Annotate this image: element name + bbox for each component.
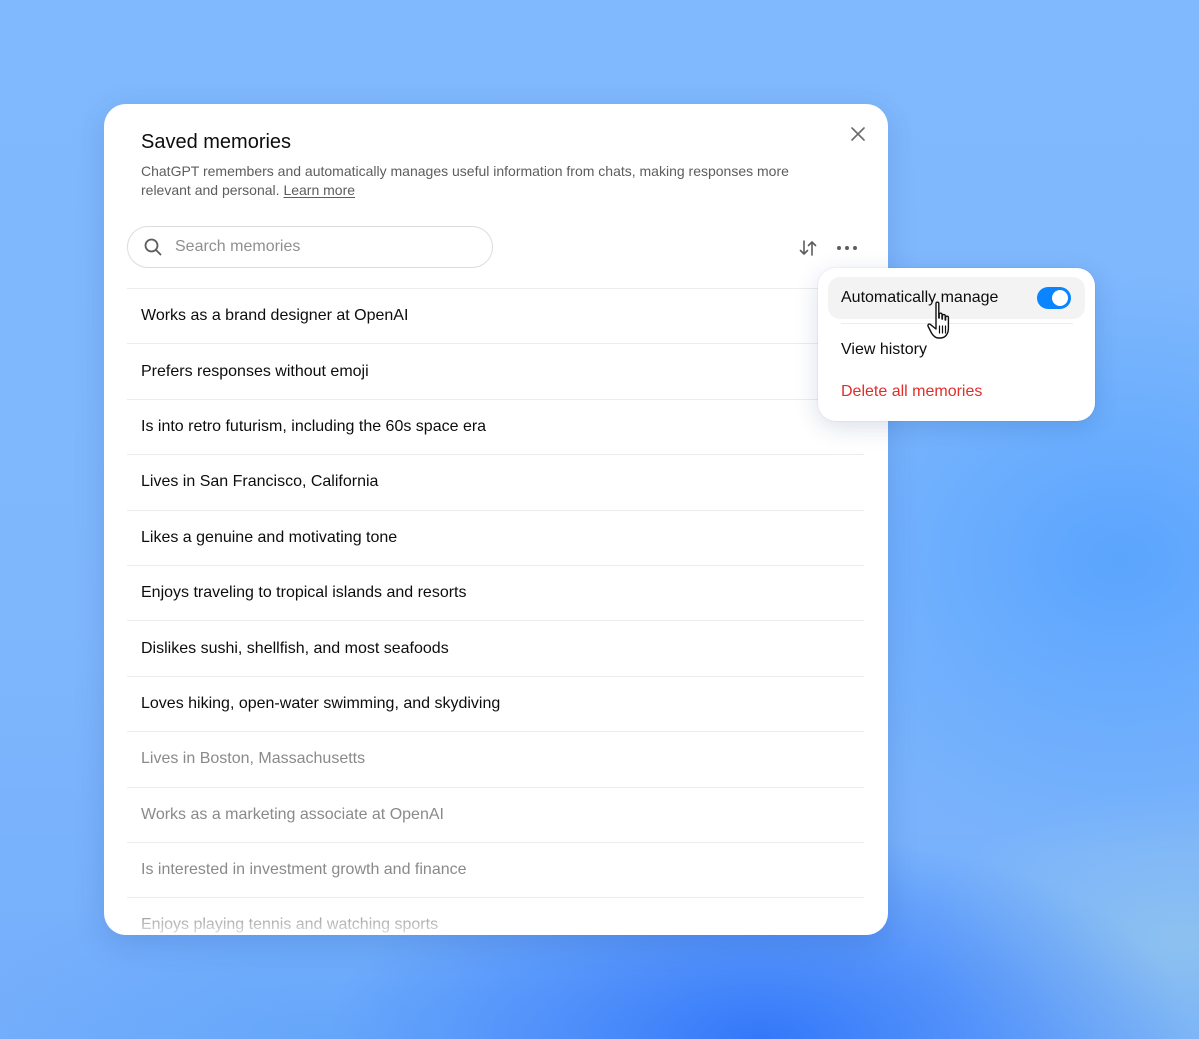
description-text: ChatGPT remembers and automatically mana…: [141, 163, 789, 198]
memory-item[interactable]: Dislikes sushi, shellfish, and most seaf…: [127, 620, 864, 675]
options-dropdown-menu: Automatically manage View history Delete…: [818, 268, 1095, 421]
sort-arrows-icon: [799, 240, 817, 256]
modal-description: ChatGPT remembers and automatically mana…: [141, 162, 841, 200]
memory-item[interactable]: Is into retro futurism, including the 60…: [127, 398, 864, 454]
memory-item[interactable]: Enjoys playing tennis and watching sport…: [127, 897, 864, 935]
search-box[interactable]: [127, 226, 493, 268]
memory-item[interactable]: Works as a marketing associate at OpenAI: [127, 786, 864, 842]
more-horizontal-icon: [837, 246, 857, 250]
saved-memories-modal: Saved memories ChatGPT remembers and aut…: [104, 104, 888, 935]
learn-more-link[interactable]: Learn more: [283, 182, 355, 198]
memory-item[interactable]: Likes a genuine and motivating tone: [127, 509, 864, 565]
hand-pointer-icon: [927, 301, 950, 339]
memory-list: Works as a brand designer at OpenAI Pref…: [127, 288, 864, 935]
automatically-manage-label: Automatically manage: [841, 289, 999, 306]
memory-item[interactable]: Prefers responses without emoji: [127, 343, 864, 398]
toggle-knob: [1052, 290, 1068, 306]
view-history-label: View history: [841, 341, 927, 358]
memory-item[interactable]: Lives in San Francisco, California: [127, 454, 864, 509]
close-button[interactable]: [846, 122, 870, 146]
close-icon: [851, 127, 865, 141]
delete-all-memories-label: Delete all memories: [841, 383, 983, 400]
memory-item[interactable]: Works as a brand designer at OpenAI: [127, 288, 864, 343]
memory-item[interactable]: Loves hiking, open-water swimming, and s…: [127, 675, 864, 731]
memory-item[interactable]: Enjoys traveling to tropical islands and…: [127, 564, 864, 620]
more-options-button[interactable]: [834, 236, 860, 260]
modal-title: Saved memories: [141, 131, 292, 153]
memory-item[interactable]: Is interested in investment growth and f…: [127, 841, 864, 897]
search-icon: [143, 237, 163, 257]
automatically-manage-toggle[interactable]: [1037, 287, 1071, 309]
search-input[interactable]: [173, 237, 467, 257]
sort-button[interactable]: [796, 236, 820, 260]
menu-item-delete-all-memories[interactable]: Delete all memories: [828, 371, 1085, 413]
memory-item[interactable]: Lives in Boston, Massachusetts: [127, 731, 864, 786]
